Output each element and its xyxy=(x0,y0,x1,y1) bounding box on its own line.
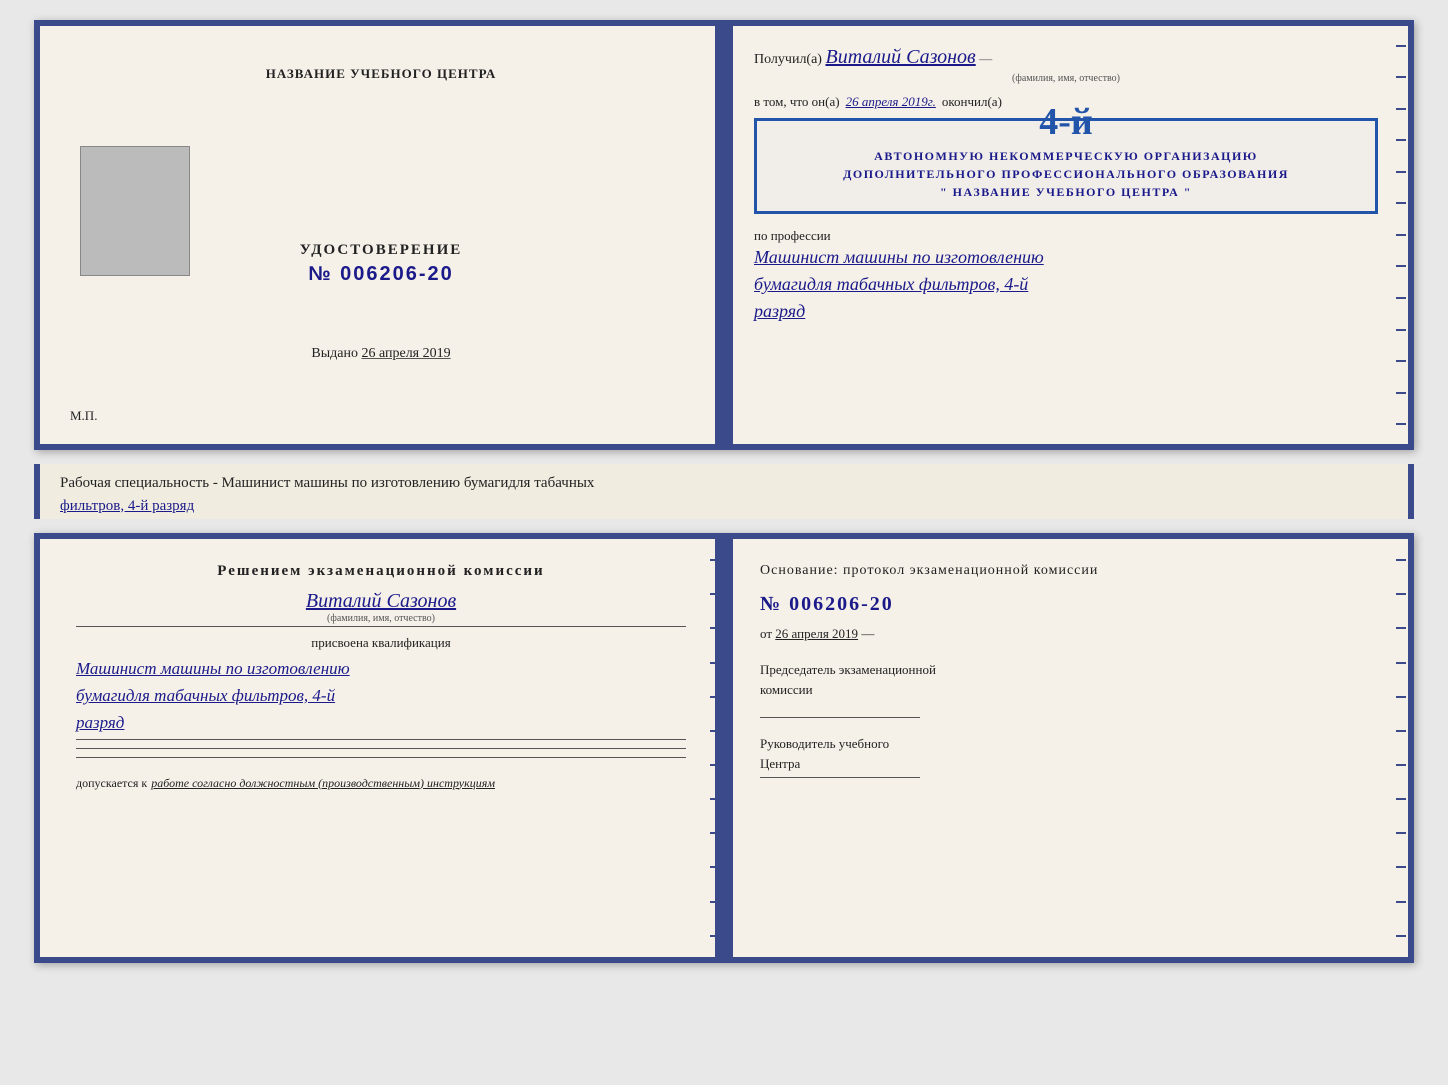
cert-from-label: от xyxy=(760,626,772,641)
diploma-stamp-line1: АВТОНОМНУЮ НЕКОММЕРЧЕСКУЮ ОРГАНИЗАЦИЮ xyxy=(771,147,1361,165)
cert-commission-title: Решением экзаменационной комиссии xyxy=(76,563,686,580)
diploma-stamp-text: АВТОНОМНУЮ НЕКОММЕРЧЕСКУЮ ОРГАНИЗАЦИЮ ДО… xyxy=(771,147,1361,201)
diploma-issued-label: Выдано xyxy=(311,346,358,361)
cert-chairman-section: Председатель экзаменационной комиссии xyxy=(760,660,1372,699)
cert-admitted-value: работе согласно должностным (производств… xyxy=(151,776,495,791)
diploma-mp-label: М.П. xyxy=(70,408,97,424)
cert-chairman-line1: Председатель экзаменационной xyxy=(760,660,1372,680)
cert-spine xyxy=(715,539,733,957)
cert-chairman-line2: комиссии xyxy=(760,680,1372,700)
diploma-date-prefix: в том, что он(а) xyxy=(754,94,840,110)
right-edge-decoration xyxy=(1394,26,1408,444)
cert-director-line2: Центра xyxy=(760,754,1372,774)
diploma-stamp-number: 4-й xyxy=(1039,103,1093,141)
cert-right-page: Основание: протокол экзаменационной коми… xyxy=(724,539,1408,957)
cert-assigned-label: присвоена квалификация xyxy=(76,635,686,651)
diploma-stamp-line3: " НАЗВАНИЕ УЧЕБНОГО ЦЕНТРА " xyxy=(771,183,1361,201)
cert-from-date: 26 апреля 2019 xyxy=(775,626,858,641)
diploma-profession-value: Машинист машины по изготовлению бумагидл… xyxy=(754,244,1378,325)
cert-profession: Машинист машины по изготовлению бумагидл… xyxy=(76,655,686,737)
diploma-photo xyxy=(80,146,190,276)
diploma-stamp-line2: ДОПОЛНИТЕЛЬНОГО ПРОФЕССИОНАЛЬНОГО ОБРАЗО… xyxy=(771,165,1361,183)
info-bar-text: Рабочая специальность - Машинист машины … xyxy=(60,472,1388,517)
diploma-number-section: УДОСТОВЕРЕНИЕ № 006206-20 xyxy=(300,242,463,286)
cert-director-sign xyxy=(760,777,920,778)
cert-right-edge-deco xyxy=(1394,539,1408,957)
cert-director-section: Руководитель учебного Центра xyxy=(760,734,1372,773)
diploma-right-page: Получил(а) Виталий Сазонов — (фамилия, и… xyxy=(724,26,1408,444)
cert-prof-line1: Машинист машины по изготовлению xyxy=(76,659,350,678)
diploma-profession-label: по профессии xyxy=(754,228,1378,244)
cert-prof-line-under3 xyxy=(76,757,686,758)
cert-date-section: от 26 апреля 2019 — xyxy=(760,626,1372,642)
cert-director-line1: Руководитель учебного xyxy=(760,734,1372,754)
cert-basis-label: Основание: протокол экзаменационной коми… xyxy=(760,563,1372,579)
diploma-recipient-name: Виталий Сазонов xyxy=(825,46,975,68)
cert-prof-line-under2 xyxy=(76,748,686,749)
cert-admitted-section: допускается к работе согласно должностны… xyxy=(76,776,686,791)
info-bar-underline: фильтров, 4-й разряд xyxy=(60,498,194,514)
top-diploma: НАЗВАНИЕ УЧЕБНОГО ЦЕНТРА УДОСТОВЕРЕНИЕ №… xyxy=(34,20,1414,450)
diploma-school-name-top: НАЗВАНИЕ УЧЕБНОГО ЦЕНТРА xyxy=(266,66,497,82)
diploma-issued-section: Выдано 26 апреля 2019 xyxy=(311,346,450,362)
diploma-recipient-prefix: Получил(а) xyxy=(754,52,822,67)
diploma-left-page: НАЗВАНИЕ УЧЕБНОГО ЦЕНТРА УДОСТОВЕРЕНИЕ №… xyxy=(40,26,724,444)
diploma-recipient-sub: (фамилия, имя, отчество) xyxy=(754,73,1378,84)
cert-number: № 006206-20 xyxy=(760,593,1372,616)
diploma-prof-line3: разряд xyxy=(754,298,1378,325)
diploma-cert-number: № 006206-20 xyxy=(300,263,463,286)
diploma-date-value: 26 апреля 2019г. xyxy=(846,94,936,110)
diploma-finished-label: окончил(а) xyxy=(942,94,1002,110)
cert-name: Виталий Сазонов xyxy=(76,590,686,613)
cert-left-page: Решением экзаменационной комиссии Витали… xyxy=(40,539,724,957)
diploma-stamp: 4-й АВТОНОМНУЮ НЕКОММЕРЧЕСКУЮ ОРГАНИЗАЦИ… xyxy=(754,118,1378,214)
cert-prof-line2: бумагидля табачных фильтров, 4-й xyxy=(76,686,335,705)
cert-admitted-prefix: допускается к xyxy=(76,776,147,791)
diploma-recipient-section: Получил(а) Виталий Сазонов — xyxy=(754,46,1378,69)
cert-chairman-sign xyxy=(760,717,920,718)
diploma-spine xyxy=(715,26,733,444)
info-bar-prefix: Рабочая специальность - Машинист машины … xyxy=(60,475,594,491)
cert-name-underline xyxy=(76,626,686,627)
info-bar: Рабочая специальность - Машинист машины … xyxy=(34,464,1414,519)
diploma-prof-line1: Машинист машины по изготовлению xyxy=(754,244,1378,271)
diploma-prof-line2: бумагидля табачных фильтров, 4-й xyxy=(754,271,1378,298)
diploma-cert-label: УДОСТОВЕРЕНИЕ xyxy=(300,242,463,259)
cert-name-sub: (фамилия, имя, отчество) xyxy=(76,613,686,624)
cert-prof-line-under1 xyxy=(76,739,686,740)
cert-prof-line3: разряд xyxy=(76,713,124,732)
bottom-cert: Решением экзаменационной комиссии Витали… xyxy=(34,533,1414,963)
diploma-issued-date: 26 апреля 2019 xyxy=(361,346,450,361)
